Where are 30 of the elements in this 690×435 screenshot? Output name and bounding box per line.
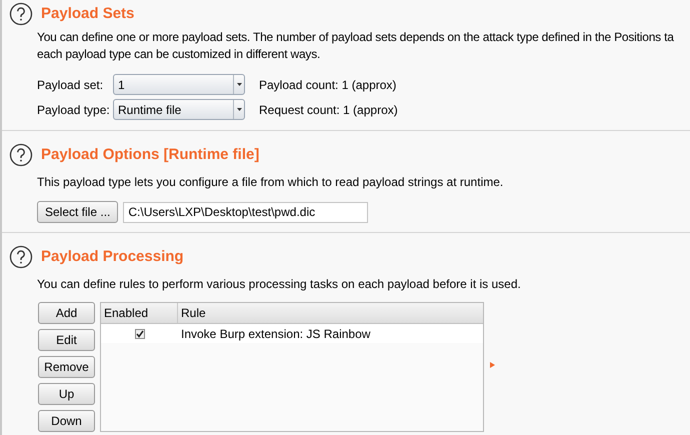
table-cell-text: Invoke Burp extension: JS Rainbow	[180, 326, 372, 342]
description-text: each payload type can be customized in different ways.	[37, 46, 322, 63]
section-title: Payload Sets	[41, 4, 134, 24]
triangle-marker-icon	[490, 362, 495, 368]
checkbox[interactable]	[134, 328, 144, 338]
column-header[interactable]: Rule	[178, 303, 483, 323]
select-file-button[interactable]: Select file ...	[37, 201, 118, 223]
section-title: Payload Processing	[41, 246, 184, 267]
list-button[interactable]: Add	[38, 302, 95, 324]
help-icon[interactable]	[9, 143, 33, 167]
section-title: Payload Options [Runtime file]	[41, 144, 260, 165]
dropdown-arrow-icon	[233, 75, 244, 94]
dropdown[interactable]: 1	[113, 74, 245, 95]
dropdown[interactable]: Runtime file	[113, 99, 245, 120]
list-button[interactable]: Edit	[38, 329, 95, 351]
field-label: Payload set:	[37, 76, 104, 94]
list-button[interactable]: Up	[38, 383, 95, 405]
help-icon[interactable]	[9, 245, 33, 269]
description-text: You can define rules to perform various processing tasks on each payload before it is used.	[36, 276, 522, 293]
description-text: This payload type lets you configure a file from which to read payload strings at runtime.	[36, 174, 504, 191]
list-button[interactable]: Remove	[38, 356, 95, 378]
column-header[interactable]: Enabled	[101, 303, 178, 323]
dropdown-arrow-icon	[233, 100, 244, 119]
file-path-field[interactable]: C:\Users\LXP\Desktop\test\pwd.dic	[123, 202, 368, 222]
count-text: Payload count: 1 (approx)	[259, 76, 396, 94]
count-text: Request count: 1 (approx)	[259, 102, 398, 118]
field-label: Payload type:	[37, 102, 111, 118]
help-icon[interactable]	[9, 2, 33, 26]
description-text: You can define one or more payload sets. The number of payload sets depends on the attack type defined in the Positions ta	[37, 29, 675, 46]
list-button[interactable]: Down	[38, 410, 95, 432]
